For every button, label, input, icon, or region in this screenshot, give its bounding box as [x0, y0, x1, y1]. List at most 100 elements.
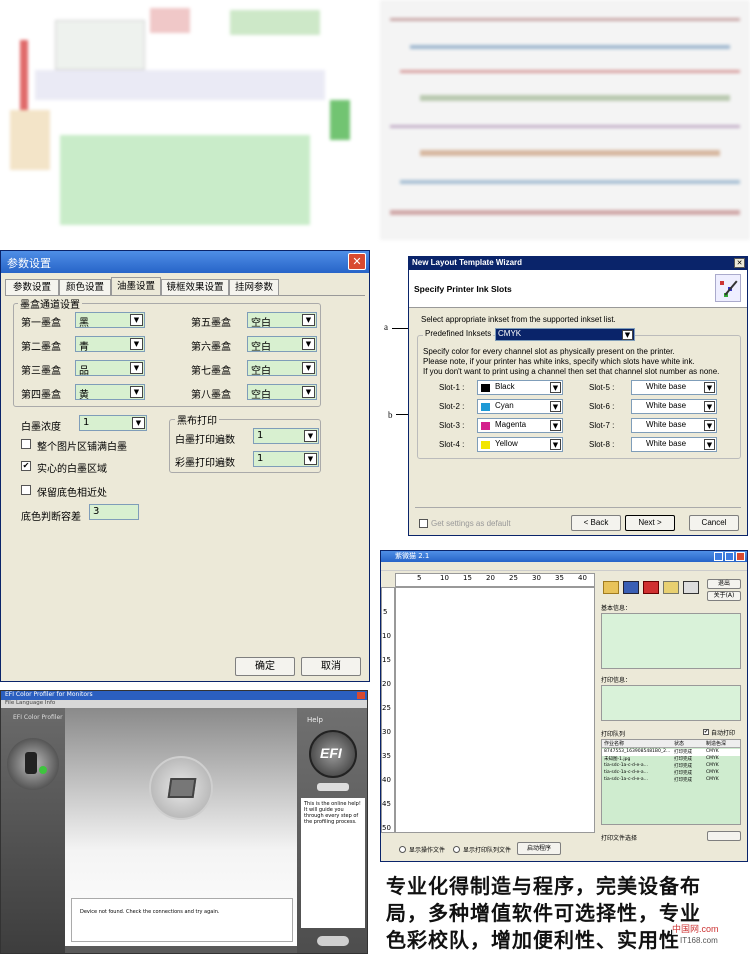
table-row[interactable]: tia-sdc-1a-c-d-e-a... 打印完成 CMYK [602, 777, 740, 784]
tab-color[interactable]: 颜色设置 [59, 279, 111, 295]
rip-menubar[interactable] [381, 562, 747, 571]
auto-print-checkbox[interactable]: ✔ [703, 729, 709, 735]
radio-show-queue-files[interactable] [453, 846, 460, 853]
folder-icon[interactable] [603, 581, 619, 594]
bg-tolerance-label: 底色判断容差 [21, 512, 81, 523]
cancel-button[interactable]: 取消 [301, 657, 361, 676]
get-default-checkbox[interactable] [419, 519, 428, 528]
white-density-select[interactable]: 1 ▼ [79, 415, 147, 431]
wizard-close-button[interactable]: ✕ [734, 258, 745, 268]
efi-nav-buttons[interactable] [317, 936, 349, 946]
exit-button[interactable]: 退出 [707, 579, 741, 589]
next-button[interactable]: Next > [625, 515, 675, 531]
table-row[interactable]: 8747553_1639085481B0_2... 打印完成 CMYK [602, 749, 740, 756]
white-passes-select[interactable]: 1 ▼ [253, 428, 319, 444]
rip-close-button[interactable] [736, 552, 745, 561]
callout-a: a [384, 322, 388, 332]
efi-status: Device not found. Check the connections … [80, 909, 220, 915]
ok-button[interactable]: 确定 [235, 657, 295, 676]
chevron-down-icon: ▼ [302, 314, 315, 326]
radio1-label: 显示操作文件 [409, 847, 446, 854]
slot5-label: 第五墨盒 [191, 318, 231, 329]
wz-slot2-select[interactable]: Cyan ▼ [477, 399, 563, 414]
wz-slot5-select[interactable]: White base ▼ [631, 380, 717, 395]
warning-icon[interactable] [643, 581, 659, 594]
efi-title: EFI Color Profiler for Monitors [5, 691, 93, 698]
wz-slot2-label: Slot-2 : [439, 402, 465, 411]
wz-slot6-select[interactable]: White base ▼ [631, 399, 717, 414]
canvas-area[interactable] [395, 587, 595, 833]
close-icon: ✕ [352, 255, 362, 268]
caption-line3: 色彩校队，增加便利性、实用性 [386, 928, 680, 952]
about-button[interactable]: 关于(A) [707, 591, 741, 601]
solid-white-checkbox[interactable]: ✔ [21, 461, 31, 471]
wizard-dialog: New Layout Template Wizard ✕ Specify Pri… [408, 256, 748, 536]
wz-slot3-select[interactable]: Magenta ▼ [477, 418, 563, 433]
params-titlebar: 参数设置 ✕ [1, 251, 369, 273]
chevron-down-icon: ▼ [302, 338, 315, 350]
rip-max-button[interactable] [725, 552, 734, 561]
slot2-label: 第二墨盒 [21, 342, 61, 353]
efi-close-button[interactable] [357, 692, 365, 699]
keep-bg-checkbox[interactable] [21, 485, 31, 495]
tab-ink[interactable]: 油墨设置 [111, 277, 161, 296]
color-passes-select[interactable]: 1 ▼ [253, 451, 319, 467]
wizard-cancel-button[interactable]: Cancel [689, 515, 739, 531]
chevron-down-icon: ▼ [550, 401, 561, 412]
radio-show-op-files[interactable] [399, 846, 406, 853]
slot5-select[interactable]: 空白 ▼ [247, 312, 317, 329]
chevron-down-icon: ▼ [302, 386, 315, 398]
printer-icon[interactable] [623, 581, 639, 594]
print-file-select-label: 打印文件选择 [601, 835, 638, 842]
start-program-button[interactable]: 启动程序 [517, 842, 561, 855]
chevron-down-icon: ▼ [704, 439, 715, 450]
slot1-select[interactable]: 黑 ▼ [75, 312, 145, 329]
table-row[interactable]: tia-sdc-1a-c-d-e-a... 打印完成 CMYK [602, 770, 740, 777]
table-row[interactable]: tia-sdc-1a-c-d-e-a... 打印完成 CMYK [602, 763, 740, 770]
predefined-select[interactable]: CMYK ▼ [495, 328, 635, 341]
chevron-down-icon: ▼ [130, 362, 143, 374]
watermark: 中国网.com [672, 922, 719, 935]
efi-help-button[interactable] [317, 783, 349, 791]
efi-menu[interactable]: File Language Info [5, 700, 55, 706]
close-button[interactable]: ✕ [348, 253, 366, 270]
slot7-select[interactable]: 空白 ▼ [247, 360, 317, 377]
slot8-select[interactable]: 空白 ▼ [247, 384, 317, 401]
slot6-select[interactable]: 空白 ▼ [247, 336, 317, 353]
monitor-icon [149, 756, 213, 820]
table-row[interactable]: 未知图-1.jpg 打印完成 CMYK [602, 756, 740, 763]
rip-min-button[interactable] [714, 552, 723, 561]
wz-slot7-select[interactable]: White base ▼ [631, 418, 717, 433]
slot4-select[interactable]: 黄 ▼ [75, 384, 145, 401]
print-file-button[interactable] [707, 831, 741, 841]
caption-line2: 局，多种增值软件可选择性，专业 [386, 901, 701, 925]
slot8-label: 第八墨盒 [191, 390, 231, 401]
wz-slot4-select[interactable]: Yellow ▼ [477, 437, 563, 452]
basic-info-label: 基本信息： [601, 605, 632, 612]
efi-main-area: Device not found. Check the connections … [65, 708, 297, 946]
efi-logo: EFI [309, 730, 357, 778]
slot6-label: 第六墨盒 [191, 342, 231, 353]
image-icon[interactable] [663, 581, 679, 594]
print-info-label: 打印信息： [601, 677, 632, 684]
tool-icon[interactable] [683, 581, 699, 594]
slot2-select[interactable]: 青 ▼ [75, 336, 145, 353]
wz-slot8-select[interactable]: White base ▼ [631, 437, 717, 452]
slot3-select[interactable]: 品 ▼ [75, 360, 145, 377]
blurred-schematic [0, 0, 370, 240]
tab-screen[interactable]: 挂网参数 [229, 279, 279, 295]
monitor-device-icon [7, 738, 59, 790]
wz-slot1-select[interactable]: Black ▼ [477, 380, 563, 395]
black-print-group-title: 黑布打印 [175, 412, 219, 427]
chevron-down-icon: ▼ [304, 453, 317, 465]
chevron-down-icon: ▼ [704, 382, 715, 393]
tab-params[interactable]: 参数设置 [5, 279, 59, 295]
rip-titlebar: 紫微猫 2.1 [381, 551, 747, 562]
solid-white-label: 实心的白墨区域 [37, 464, 107, 475]
back-button[interactable]: < Back [571, 515, 621, 531]
tab-frame[interactable]: 镜框效果设置 [161, 279, 229, 295]
chevron-down-icon: ▼ [550, 382, 561, 393]
fill-all-checkbox[interactable] [21, 439, 31, 449]
wizard-note3: If you don't want to print using a chann… [423, 367, 720, 376]
bg-tolerance-input[interactable]: 3 [89, 504, 139, 520]
